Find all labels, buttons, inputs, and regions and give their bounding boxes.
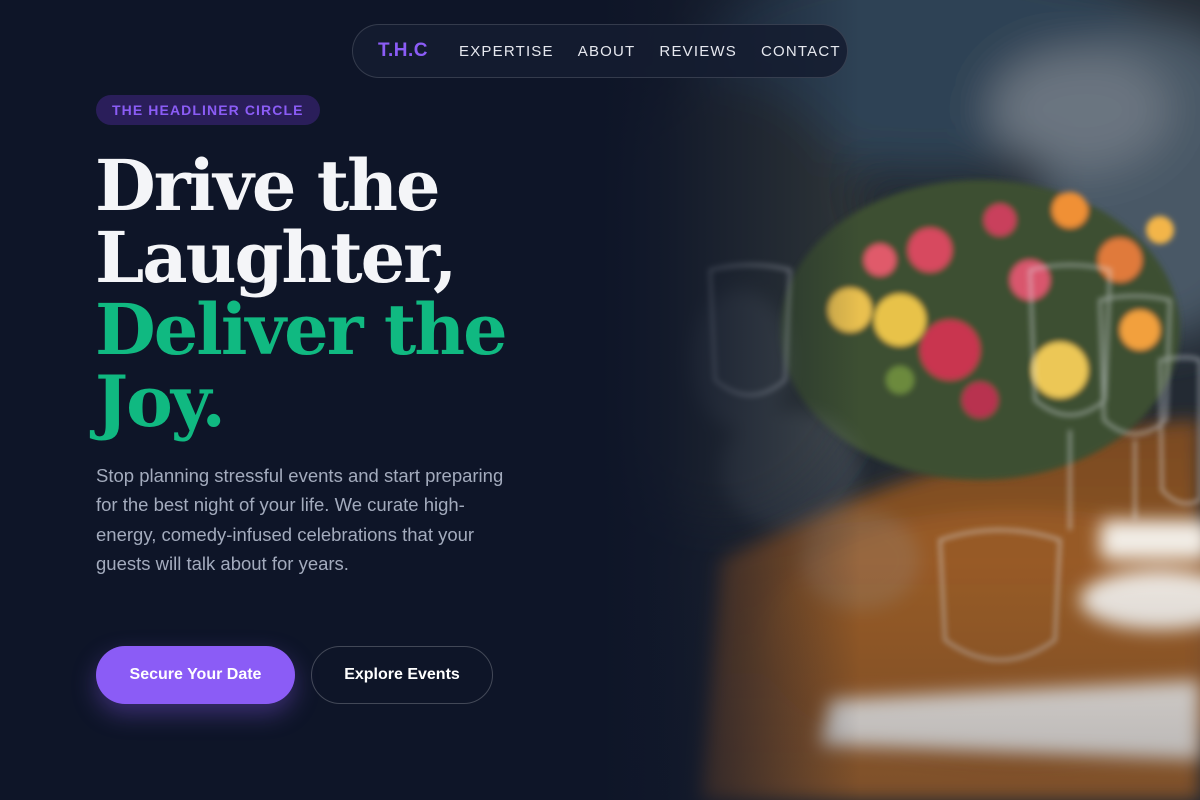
secure-your-date-button[interactable]: Secure Your Date (96, 646, 295, 704)
headline-line-3: Deliver the (95, 288, 508, 371)
hero-headline: Drive the Laughter, Deliver the Joy. (95, 150, 595, 438)
hero-event-image (600, 0, 1200, 800)
nav-link-contact[interactable]: CONTACT (761, 43, 841, 60)
nav-link-about[interactable]: ABOUT (578, 43, 636, 60)
hero-description: Stop planning stressful events and start… (96, 465, 504, 574)
top-navigation: T.H.C EXPERTISE ABOUT REVIEWS CONTACT (352, 24, 848, 78)
nav-link-expertise[interactable]: EXPERTISE (459, 43, 554, 60)
brand-logo[interactable]: T.H.C (378, 40, 428, 62)
explore-events-button[interactable]: Explore Events (311, 646, 493, 704)
headline-line-2: Laughter, (95, 216, 457, 299)
headline-line-1: Drive the (95, 144, 441, 227)
hero-badge: THE HEADLINER CIRCLE (96, 95, 320, 125)
event-table-photo (600, 0, 1200, 800)
nav-link-reviews[interactable]: REVIEWS (659, 43, 737, 60)
headline-line-4: Joy. (95, 360, 226, 443)
